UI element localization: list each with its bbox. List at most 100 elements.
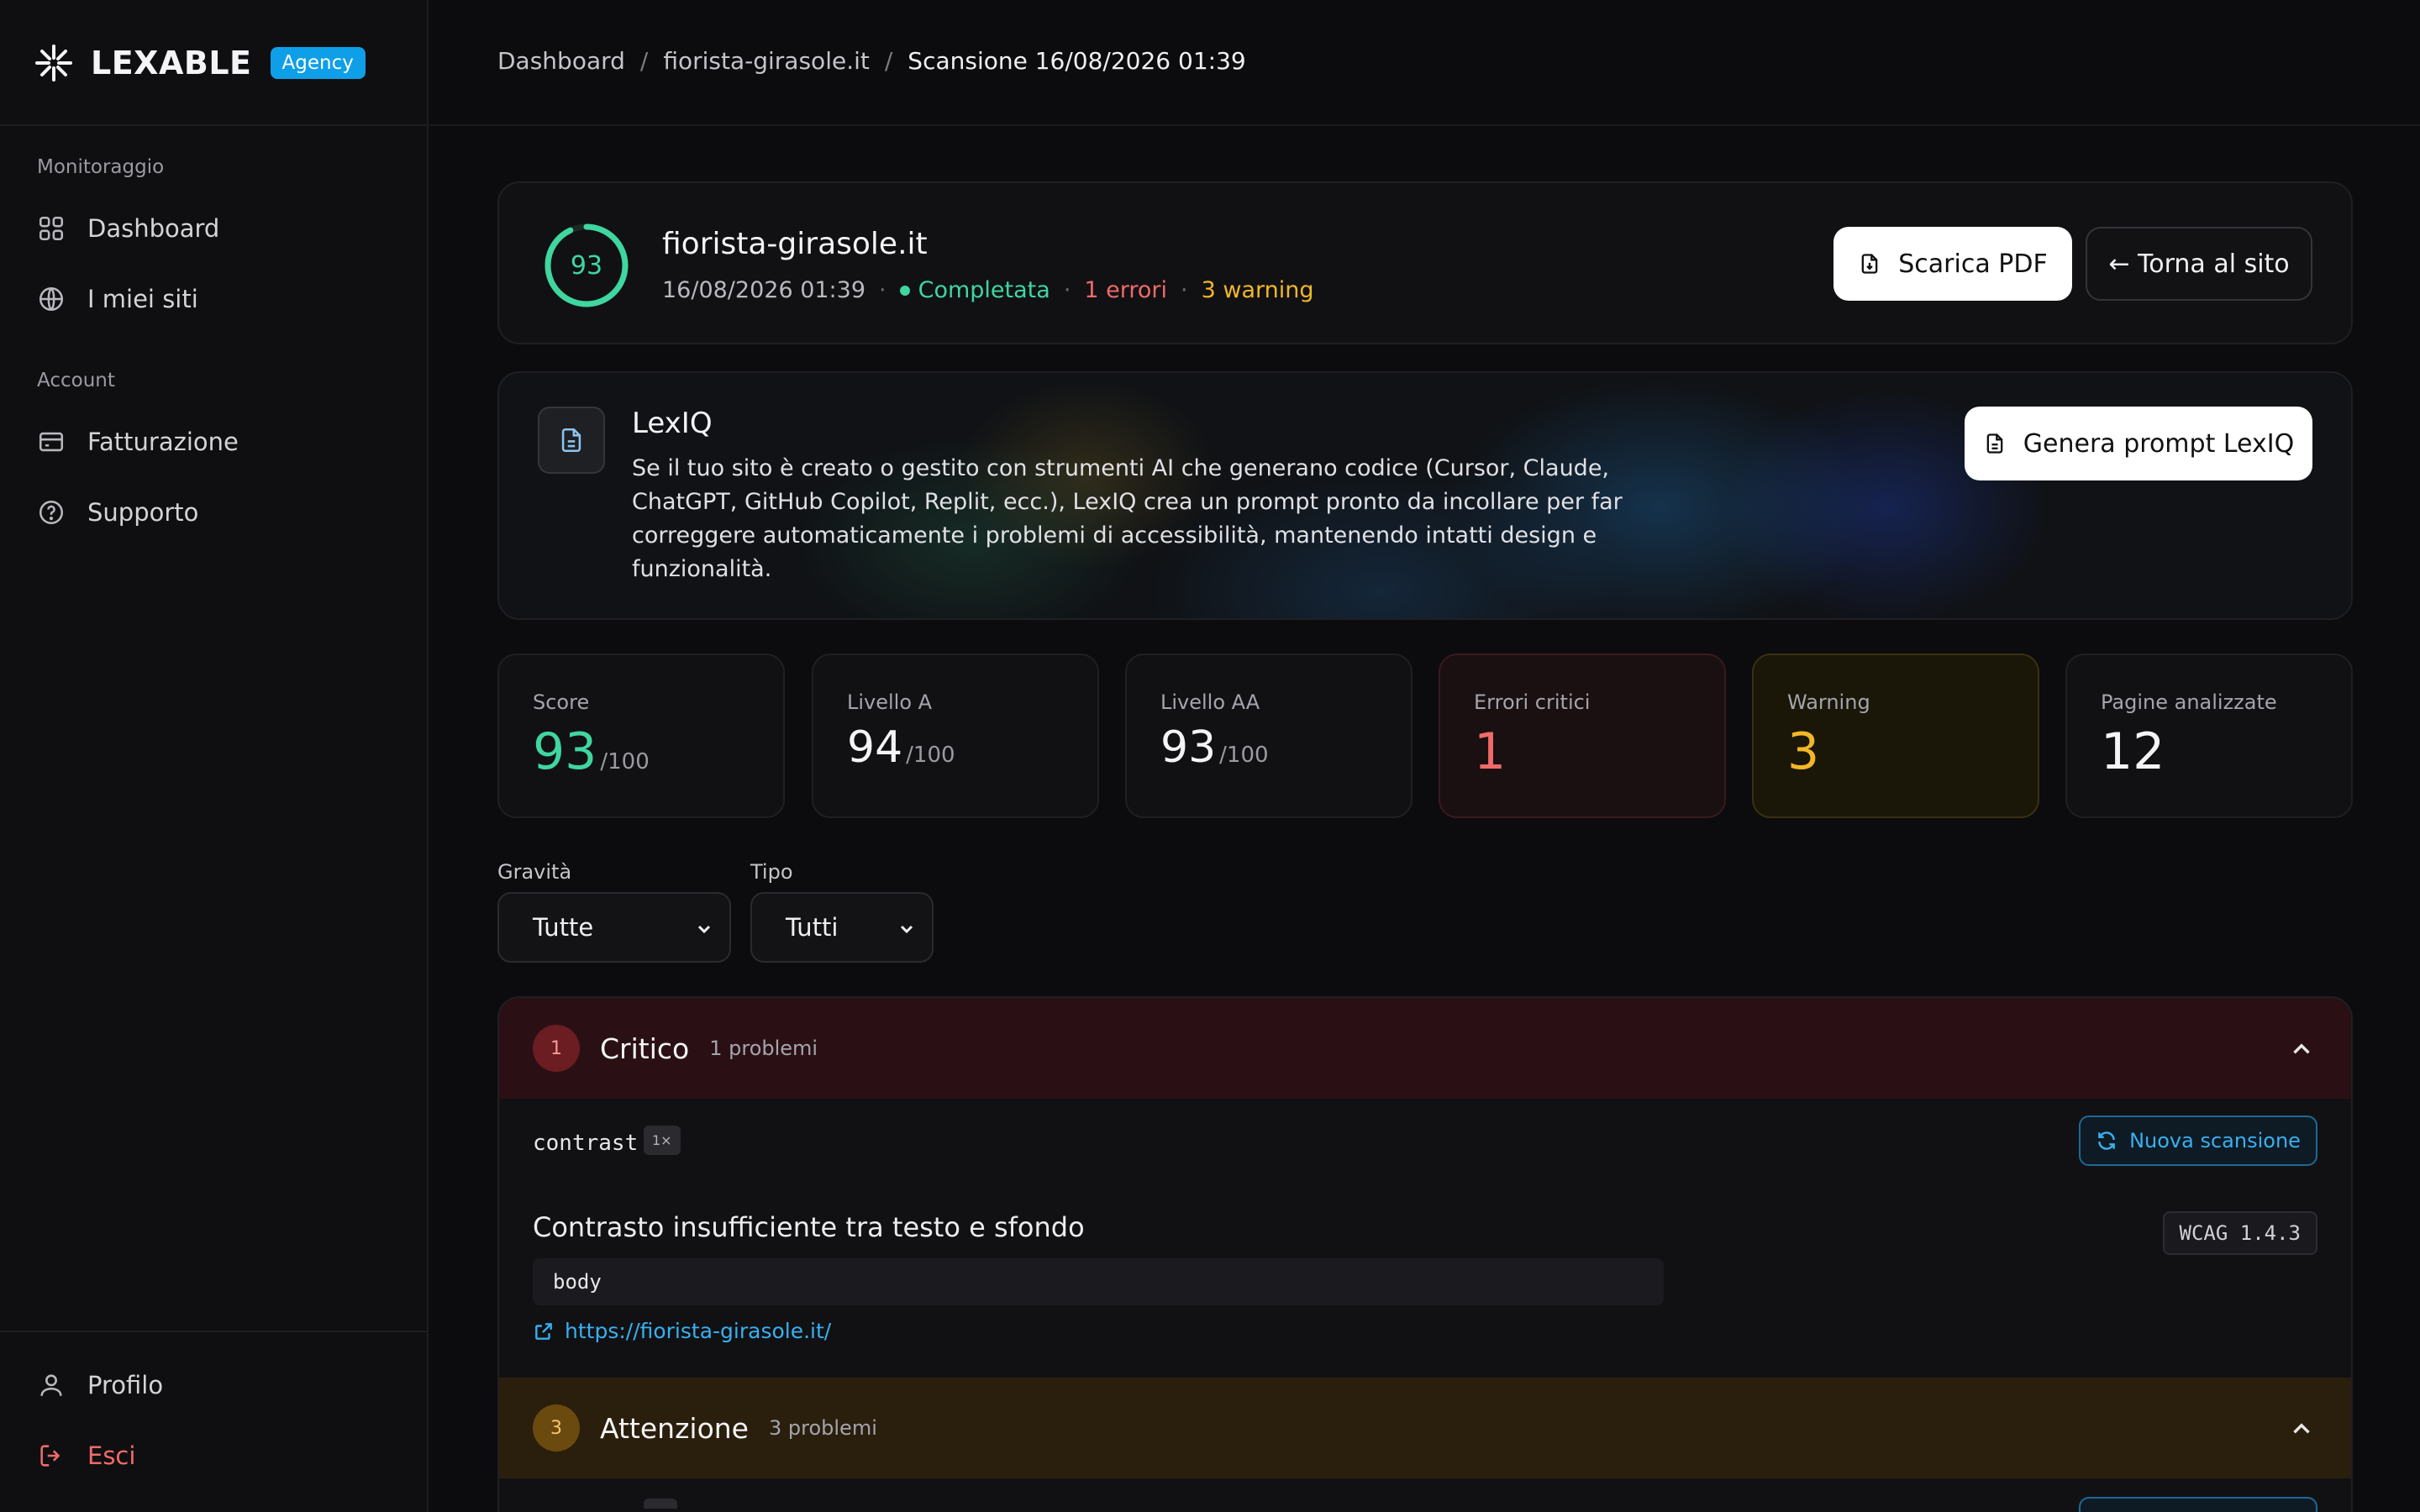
brand[interactable]: LEXABLE Agency (34, 42, 366, 84)
stat-label: Warning (1787, 690, 1870, 714)
scan-date: 16/08/2026 01:39 (662, 277, 866, 303)
error-count: 1 errori (1084, 277, 1168, 303)
stat-value: 93 (533, 722, 597, 781)
group-count-label: 3 problemi (769, 1416, 877, 1440)
stat-warnings: Warning 3 (1752, 654, 2039, 818)
chevron-down-icon (697, 925, 711, 934)
generate-prompt-label: Genera prompt LexIQ (2023, 428, 2295, 459)
stat-unit: /100 (600, 749, 650, 774)
topbar: Dashboard / fiorista-girasole.it / Scans… (429, 0, 2420, 126)
stat-value: 1 (1474, 722, 1507, 781)
sidebar-item-label: Esci (87, 1441, 136, 1470)
grid-icon (39, 216, 64, 241)
meta-separator: · (1063, 277, 1071, 303)
breadcrumb-separator: / (884, 47, 893, 75)
group-title: Critico (600, 1032, 690, 1065)
sidebar-item-label: Fatturazione (87, 428, 239, 456)
warning-count: 3 warning (1201, 277, 1314, 303)
sidebar-item-dashboard[interactable]: Dashboard (37, 207, 219, 249)
rule-code: contrast (533, 1131, 639, 1156)
stat-score: Score 93 /100 (497, 654, 785, 818)
stat-value: 94 (847, 722, 903, 773)
css-selector: body (533, 1258, 1664, 1305)
sidebar-item-support[interactable]: Supporto (37, 491, 198, 533)
sidebar-item-logout[interactable]: Esci (37, 1435, 135, 1477)
rescan-button-partial[interactable] (2079, 1497, 2317, 1512)
sidebar-section-monitoraggio: Monitoraggio (37, 156, 165, 178)
sidebar-item-billing[interactable]: Fatturazione (37, 421, 239, 463)
group-header-critical[interactable]: 1 Critico 1 problemi (499, 998, 2351, 1099)
sidebar-item-sites[interactable]: I miei siti (37, 278, 198, 320)
group-count-badge: 3 (533, 1404, 580, 1452)
stat-value-wrap: 93 /100 (1160, 722, 1269, 773)
occurrence-badge-partial (644, 1499, 677, 1509)
type-select-value: Tutti (786, 913, 839, 942)
file-download-icon (1861, 254, 1878, 274)
type-select[interactable]: Tutti (750, 892, 934, 963)
stat-critical-errors: Errori critici 1 (1439, 654, 1726, 818)
issue-title: Contrasto insufficiente tra testo e sfon… (533, 1211, 1085, 1243)
stat-unit: /100 (906, 743, 955, 768)
sidebar-divider (0, 124, 429, 126)
logout-icon (40, 1445, 60, 1467)
stat-value-wrap: 93 /100 (533, 722, 650, 781)
stat-label: Score (533, 690, 590, 714)
meta-separator: · (879, 277, 886, 303)
severity-select-value: Tutte (533, 913, 594, 942)
scan-meta: 16/08/2026 01:39 · Completata · 1 errori… (662, 277, 1314, 303)
group-title: Attenzione (600, 1411, 749, 1445)
breadcrumb: Dashboard / fiorista-girasole.it / Scans… (497, 47, 1246, 75)
issue-page-link[interactable]: https://fiorista-girasole.it/ (533, 1319, 831, 1343)
scan-status: Completata (918, 277, 1050, 303)
stat-label: Livello A (847, 690, 933, 714)
group-header-warning[interactable]: 3 Attenzione 3 problemi (499, 1378, 2351, 1478)
plan-badge: Agency (270, 47, 366, 79)
chevron-down-icon (900, 925, 913, 934)
breadcrumb-dashboard[interactable]: Dashboard (497, 47, 625, 75)
wcag-badge: WCAG 1.4.3 (2162, 1211, 2317, 1255)
severity-select[interactable]: Tutte (497, 892, 731, 963)
chevron-up-icon[interactable] (2287, 1415, 2316, 1443)
sidebar-item-label: Supporto (87, 498, 199, 527)
stat-value: 3 (1787, 722, 1820, 781)
lexiq-icon-box (538, 407, 605, 474)
severity-filter-label: Gravità (497, 860, 572, 884)
score-ring-value: 93 (570, 250, 603, 281)
external-link-icon (535, 1322, 552, 1340)
breadcrumb-site[interactable]: fiorista-girasole.it (663, 47, 870, 75)
rescan-button[interactable]: Nuova scansione (2079, 1116, 2317, 1166)
brand-name: LEXABLE (91, 45, 252, 81)
sidebar-item-label: I miei siti (87, 285, 198, 313)
stat-level-a: Livello A 94 /100 (812, 654, 1099, 818)
site-name: fiorista-girasole.it (662, 227, 928, 261)
globe-icon (39, 286, 64, 312)
stat-value-wrap: 1 (1474, 722, 1506, 781)
back-to-site-button[interactable]: ← Torna al sito (2086, 227, 2312, 301)
issues-panel: 1 Critico 1 problemi contrast 1× Nuova s… (497, 996, 2353, 1512)
status-dot (899, 285, 910, 296)
breadcrumb-separator: / (639, 47, 649, 75)
document-icon (1986, 433, 2003, 454)
stat-value-wrap: 94 /100 (847, 722, 955, 773)
sidebar-section-account: Account (37, 370, 115, 391)
stat-value-wrap: 12 (2101, 722, 2165, 781)
group-count-label: 1 problemi (709, 1037, 818, 1060)
sidebar-item-profile[interactable]: Profilo (37, 1364, 163, 1406)
refresh-icon (2098, 1131, 2115, 1150)
credit-card-icon (39, 432, 64, 452)
sidebar-item-label: Profilo (87, 1371, 164, 1399)
download-pdf-button[interactable]: Scarica PDF (1833, 227, 2072, 301)
generate-prompt-button[interactable]: Genera prompt LexIQ (1965, 407, 2312, 480)
lexiq-description: Se il tuo sito è creato o gestito con st… (632, 455, 1623, 582)
stat-value: 93 (1160, 722, 1217, 773)
type-filter-label: Tipo (750, 860, 793, 884)
document-icon (561, 428, 581, 453)
help-circle-icon (39, 500, 64, 525)
issue-url: https://fiorista-girasole.it/ (565, 1319, 832, 1343)
stat-label: Errori critici (1474, 690, 1591, 714)
download-pdf-label: Scarica PDF (1898, 249, 2048, 279)
chevron-up-icon[interactable] (2287, 1035, 2316, 1063)
stat-pages-analyzed: Pagine analizzate 12 (2065, 654, 2353, 818)
sidebar-item-label: Dashboard (87, 214, 220, 243)
stat-unit: /100 (1219, 743, 1269, 768)
